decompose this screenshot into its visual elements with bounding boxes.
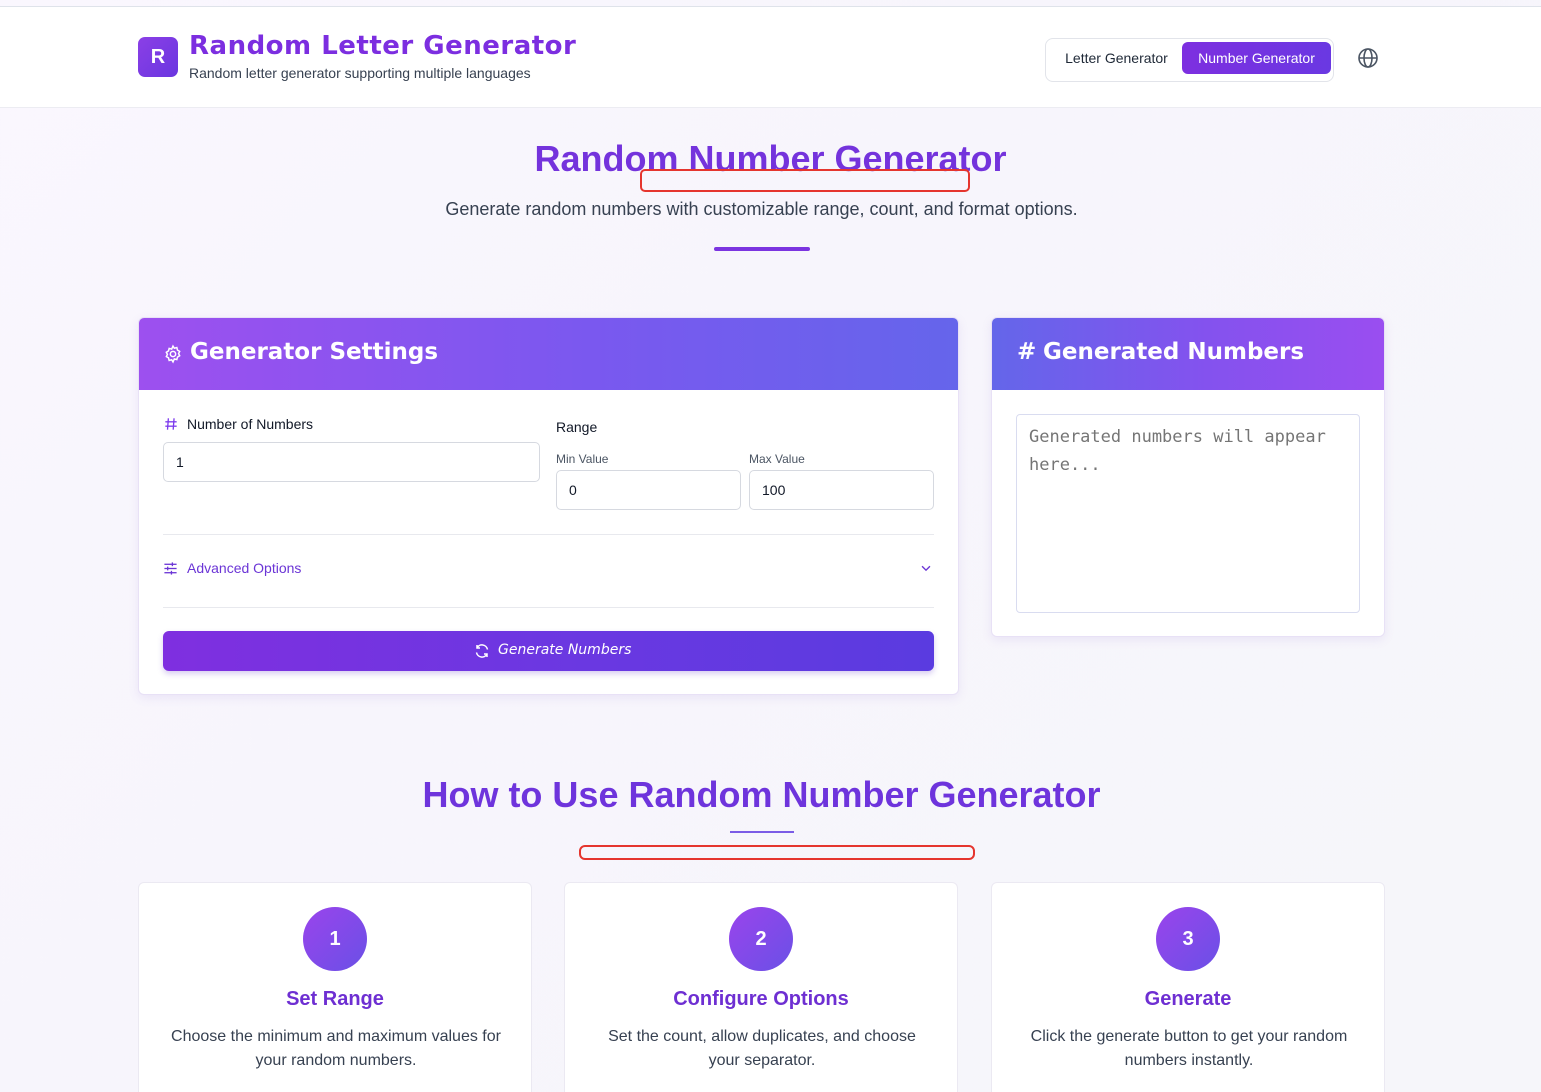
generate-numbers-button[interactable]: Generate Numbers [163,631,934,671]
annotation-box [640,169,970,192]
range-label: Range [556,419,598,435]
count-label: Number of Numbers [187,416,314,432]
generated-numbers-output[interactable] [1016,414,1360,613]
step-title: Set Range [286,988,384,1010]
howto-title: How to Use Random Number Generator [422,774,1101,815]
hash-icon [165,418,177,430]
site-header: R Random Letter Generator Random letter … [0,7,1541,108]
step-description: Click the generate button to get your ra… [1030,1028,1348,1069]
settings-title: Generator Settings [190,339,439,365]
letter-generator-tab[interactable]: Letter Generator [1051,42,1182,74]
output-header: # Generated Numbers [992,318,1384,390]
step-card: 3 Generate Click the generate button to … [991,882,1385,1092]
step-description: Set the count, allow duplicates, and cho… [608,1028,916,1069]
step-description: Choose the minimum and maximum values fo… [171,1028,501,1069]
output-title: Generated Numbers [1043,339,1305,365]
generated-numbers-card: # Generated Numbers [991,317,1385,637]
step-title: Configure Options [673,988,849,1010]
number-generator-tab[interactable]: Number Generator [1182,42,1331,74]
refresh-icon [475,644,489,658]
generator-settings-card: Generator Settings Number of Numbers 1 R… [138,317,959,695]
divider [163,607,934,608]
settings-header: Generator Settings [139,318,958,390]
min-value-input[interactable]: 0 [556,470,741,510]
page-subtitle: Generate random numbers with customizabl… [445,199,1078,219]
generate-button-label: Generate Numbers [498,642,632,658]
max-value-label: Max Value [749,452,805,466]
chevron-down-icon[interactable] [919,561,933,575]
step-number-badge: 1 [303,907,367,971]
advanced-options-toggle[interactable]: Advanced Options [187,560,301,576]
app-subtitle: Random letter generator supporting multi… [189,65,531,81]
min-value-label: Min Value [556,452,609,466]
howto-underline [730,831,794,833]
step-number-badge: 3 [1156,907,1220,971]
max-value-input[interactable]: 100 [749,470,934,510]
step-card: 1 Set Range Choose the minimum and maxim… [138,882,532,1092]
generator-switch: Letter Generator Number Generator [1045,38,1334,82]
title-underline [714,247,810,251]
globe-icon[interactable] [1356,46,1380,70]
app-logo[interactable]: R [138,37,178,77]
number-sign-icon: # [1017,339,1037,365]
step-title: Generate [1144,988,1232,1010]
step-number-badge: 2 [729,907,793,971]
annotation-box [579,845,975,860]
gear-icon [165,344,181,364]
step-card: 2 Configure Options Set the count, allow… [564,882,958,1092]
divider [163,534,934,535]
count-input[interactable]: 1 [163,442,540,482]
sliders-icon[interactable] [163,561,178,576]
app-title[interactable]: Random Letter Generator [189,31,576,61]
